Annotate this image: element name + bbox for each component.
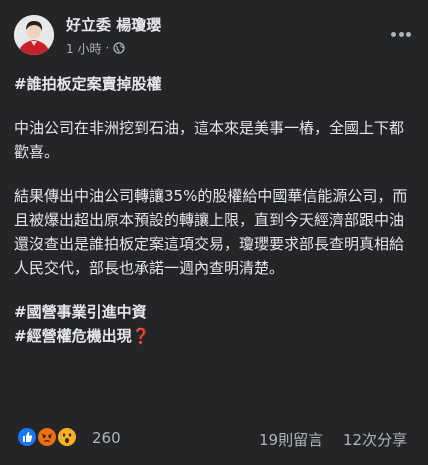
title-hashtag[interactable]: #誰拍板定案賣掉股權: [14, 72, 414, 96]
more-options-icon[interactable]: [386, 24, 416, 44]
dot-icon: [398, 31, 404, 37]
comments-count[interactable]: 19則留言: [259, 429, 323, 450]
avatar[interactable]: [14, 15, 54, 55]
question-mark-icon: ❓: [131, 327, 151, 345]
angry-icon: [36, 426, 58, 448]
engagement-bar: 260 19則留言 12次分享: [0, 422, 428, 454]
shares-count[interactable]: 12次分享: [343, 429, 407, 450]
dot-icon: [391, 31, 396, 37]
paragraph-1: 中油公司在非洲挖到石油，這本來是美事一樁，全國上下都歡喜。: [14, 119, 405, 161]
profile-photo: [14, 15, 54, 55]
author-name[interactable]: 好立委 楊瓊瓔: [66, 14, 161, 35]
reactions-summary[interactable]: [16, 426, 86, 450]
hashtag-1[interactable]: #國營事業引進中資: [14, 300, 414, 324]
meta-separator: ·: [105, 41, 110, 55]
globe-icon: [113, 42, 125, 54]
like-icon: [16, 426, 38, 448]
post-body: #誰拍板定案賣掉股權 中油公司在非洲挖到石油，這本來是美事一樁，全國上下都歡喜。…: [14, 72, 414, 348]
hashtag-line-2: #經營權危機出現❓: [14, 324, 414, 348]
hashtag-2[interactable]: #經營權危機出現: [14, 327, 132, 345]
post-time[interactable]: 1 小時: [66, 40, 101, 57]
post-header: 好立委 楊瓊瓔 1 小時 ·: [0, 0, 428, 64]
wow-icon: [56, 426, 78, 448]
dot-icon: [406, 31, 411, 37]
post-meta: 1 小時 ·: [66, 40, 125, 56]
reaction-count[interactable]: 260: [92, 429, 121, 447]
paragraph-2: 結果傳出中油公司轉讓35%的股權給中國華信能源公司，而且被爆出超出原本預設的轉讓…: [14, 187, 408, 277]
